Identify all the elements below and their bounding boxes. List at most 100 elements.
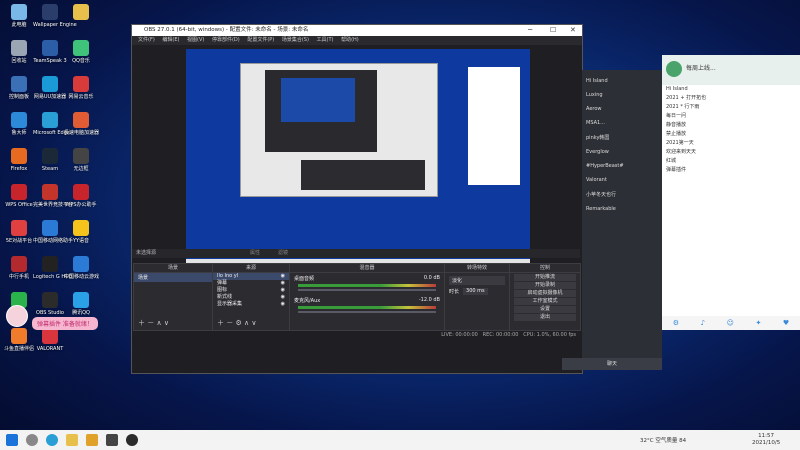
move-down-icon[interactable]: ∨ bbox=[164, 319, 169, 327]
volume-slider[interactable] bbox=[298, 311, 436, 313]
maximize-button[interactable]: ☐ bbox=[550, 25, 556, 36]
desktop-shortcut[interactable]: Logitech G HUB bbox=[33, 256, 72, 280]
pet-avatar[interactable] bbox=[6, 305, 28, 327]
add-scene-icon[interactable]: ＋ bbox=[138, 319, 145, 327]
move-up-icon[interactable]: ∧ bbox=[156, 319, 161, 327]
volume-icon[interactable]: ♪ bbox=[701, 319, 705, 327]
menu-scene-collection[interactable]: 场景集合(S) bbox=[282, 37, 309, 43]
transition-select[interactable]: 淡化 bbox=[449, 276, 505, 285]
desktop-shortcut[interactable] bbox=[64, 4, 98, 22]
source-item[interactable]: 显示器采集 ◉ bbox=[213, 301, 289, 308]
list-item[interactable]: Everglow bbox=[582, 145, 662, 159]
list-item[interactable]: Remarkable bbox=[582, 202, 662, 216]
desktop-shortcut[interactable]: 5E对战平台 bbox=[2, 220, 36, 244]
menu-view[interactable]: 视图(V) bbox=[187, 37, 204, 43]
eye-icon[interactable]: ◉ bbox=[281, 273, 285, 280]
desktop-shortcut[interactable]: WPS Office bbox=[2, 184, 36, 208]
list-item[interactable]: Valorant bbox=[582, 173, 662, 187]
desktop-shortcut[interactable]: 控制面板 bbox=[2, 76, 36, 100]
desktop-shortcut[interactable]: 中国移动网络助手 bbox=[33, 220, 73, 244]
source-up-icon[interactable]: ∧ bbox=[244, 319, 249, 327]
heart-icon[interactable]: ♥ bbox=[783, 319, 789, 327]
clock[interactable]: 11:57 2021/10/5 bbox=[752, 433, 780, 447]
virtual-camera-button[interactable]: 启动虚拟摄像机 bbox=[514, 290, 576, 297]
exit-button[interactable]: 退出 bbox=[514, 314, 576, 321]
edge-icon[interactable] bbox=[46, 434, 58, 446]
search-icon[interactable] bbox=[26, 434, 38, 446]
chat-bottom-bar[interactable]: 聊天 bbox=[562, 358, 662, 370]
studio-mode-button[interactable]: 工作室模式 bbox=[514, 298, 576, 305]
desktop-shortcut[interactable]: TeamSpeak 3 bbox=[33, 40, 67, 64]
desktop-shortcut[interactable]: Microsoft Edge bbox=[33, 112, 70, 136]
start-icon[interactable] bbox=[6, 434, 18, 446]
list-item[interactable]: Hi Island bbox=[582, 74, 662, 88]
source-item[interactable]: 图标 ◉ bbox=[213, 287, 289, 294]
duration-input[interactable]: 300 ms bbox=[463, 288, 488, 295]
obs-titlebar[interactable]: OBS 27.0.1 (64-bit, windows) - 配置文件: 未命名… bbox=[132, 25, 582, 36]
source-item[interactable]: 新式线 ◉ bbox=[213, 294, 289, 301]
weather-widget[interactable]: 32°C 空气质量 84 bbox=[640, 436, 686, 444]
desktop-shortcut[interactable]: 中行手机 bbox=[2, 256, 36, 280]
desktop-shortcut[interactable]: 无边框 bbox=[64, 148, 98, 172]
desktop-shortcut[interactable]: 回收站 bbox=[2, 40, 36, 64]
eye-icon[interactable]: ◉ bbox=[281, 294, 285, 301]
filters-button[interactable]: 滤镜 bbox=[278, 249, 288, 258]
desktop-shortcut[interactable]: 极速电脑加速器 bbox=[64, 112, 99, 136]
obs-preview[interactable] bbox=[186, 49, 530, 269]
desktop-shortcut[interactable]: Wallpaper Engine bbox=[33, 4, 77, 28]
obs-window[interactable]: OBS 27.0.1 (64-bit, windows) - 配置文件: 未命名… bbox=[131, 24, 583, 374]
source-settings-icon[interactable]: ⚙ bbox=[235, 319, 241, 327]
app-icon[interactable] bbox=[126, 434, 138, 446]
volume-slider[interactable] bbox=[298, 289, 436, 291]
list-item[interactable]: #HyperBeast# bbox=[582, 159, 662, 173]
start-streaming-button[interactable]: 开始推流 bbox=[514, 274, 576, 281]
menu-profile[interactable]: 配置文件(P) bbox=[247, 37, 274, 43]
eye-icon[interactable]: ◉ bbox=[281, 287, 285, 294]
scene-item[interactable]: 场景 bbox=[134, 273, 212, 282]
list-item[interactable]: MSA1... bbox=[582, 116, 662, 130]
list-item[interactable]: 小苹冬天也行 bbox=[582, 187, 662, 202]
chat-lines: Hi Island 2021 + 打开拓也 2021 * 行下雨 每日一问 静音播放 禁止… bbox=[662, 85, 800, 174]
menu-edit[interactable]: 编辑(E) bbox=[162, 37, 179, 43]
menu-tools[interactable]: 工具(T) bbox=[317, 37, 334, 43]
desktop-shortcut[interactable]: 网易UU加速器 bbox=[33, 76, 67, 100]
start-recording-button[interactable]: 开始录制 bbox=[514, 282, 576, 289]
list-item[interactable]: pinky韩国 bbox=[582, 130, 662, 145]
close-button[interactable]: ✕ bbox=[570, 25, 576, 36]
desktop-shortcut[interactable]: 中国移动云游戏 bbox=[64, 256, 99, 280]
desktop-shortcut[interactable]: 完美世界竞技平台 bbox=[33, 184, 73, 208]
source-down-icon[interactable]: ∨ bbox=[251, 319, 256, 327]
remove-scene-icon[interactable]: － bbox=[147, 319, 154, 327]
source-item[interactable]: 弹幕 ◉ bbox=[213, 280, 289, 287]
properties-button[interactable]: 属性 bbox=[250, 249, 260, 258]
chat-message: 2021 * 行下雨 bbox=[666, 104, 700, 110]
source-item[interactable]: Ilo Ino yl ◉ bbox=[213, 273, 289, 280]
gift-icon[interactable]: ✦ bbox=[755, 319, 761, 327]
menu-docks[interactable]: 停靠部件(D) bbox=[212, 37, 240, 43]
menu-help[interactable]: 帮助(H) bbox=[341, 37, 359, 43]
add-source-icon[interactable]: ＋ bbox=[217, 319, 224, 327]
eye-icon[interactable]: ◉ bbox=[281, 280, 285, 287]
eye-icon[interactable]: ◉ bbox=[281, 301, 285, 308]
desktop-shortcut[interactable]: Steam bbox=[33, 148, 67, 172]
minimize-button[interactable]: ─ bbox=[528, 25, 532, 36]
desktop-shortcut[interactable]: 此电脑 bbox=[2, 4, 36, 28]
list-item[interactable]: Luxing bbox=[582, 88, 662, 102]
remove-source-icon[interactable]: － bbox=[226, 319, 233, 327]
explorer-icon[interactable] bbox=[66, 434, 78, 446]
app-icon[interactable] bbox=[86, 434, 98, 446]
desktop-shortcut[interactable]: YY语音 bbox=[64, 220, 98, 244]
menu-file[interactable]: 文件(F) bbox=[138, 37, 155, 43]
app-icon bbox=[11, 148, 27, 164]
app-icon[interactable] bbox=[106, 434, 118, 446]
desktop-shortcut[interactable]: Firefox bbox=[2, 148, 36, 172]
desktop-shortcut[interactable]: 鲁大师 bbox=[2, 112, 36, 136]
list-item[interactable]: Aerow bbox=[582, 102, 662, 116]
desktop-shortcut[interactable]: 网易云音乐 bbox=[64, 76, 98, 100]
desktop-shortcut[interactable]: QQ音乐 bbox=[64, 40, 98, 64]
pet-widget[interactable]: 弹幕插件 准备就绪！ bbox=[6, 305, 110, 333]
settings-icon[interactable]: ⚙ bbox=[673, 319, 679, 327]
desktop-shortcut[interactable]: WPS办公助手 bbox=[64, 184, 98, 208]
settings-button[interactable]: 设置 bbox=[514, 306, 576, 313]
user-icon[interactable]: ☺ bbox=[727, 319, 734, 327]
